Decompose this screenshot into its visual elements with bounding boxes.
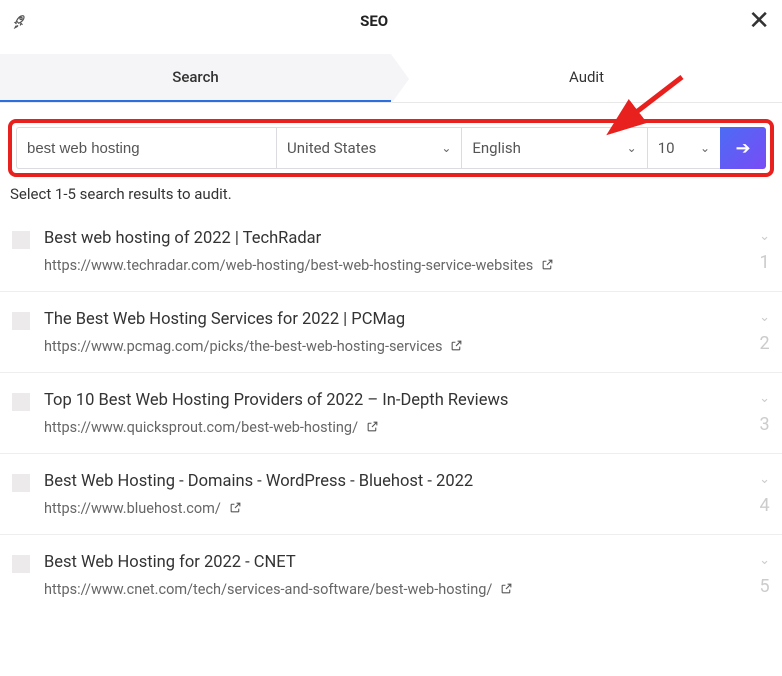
result-url: https://www.cnet.com/tech/services-and-s… <box>44 581 492 598</box>
result-item: Top 10 Best Web Hosting Providers of 202… <box>0 373 782 454</box>
result-url: https://www.quicksprout.com/best-web-hos… <box>44 419 358 436</box>
result-url: https://www.pcmag.com/picks/the-best-web… <box>44 338 442 355</box>
search-bar: United States ⌄ English ⌄ 10 ⌄ ➔ <box>8 119 774 177</box>
result-checkbox[interactable] <box>12 231 30 249</box>
result-body: Best Web Hosting for 2022 - CNET https:/… <box>44 553 749 599</box>
result-number: 2 <box>759 333 769 354</box>
count-select-value: 10 <box>658 139 675 157</box>
result-number: 5 <box>759 576 769 597</box>
result-checkbox[interactable] <box>12 555 30 573</box>
external-link-icon[interactable] <box>541 256 554 275</box>
result-body: Best web hosting of 2022 | TechRadar htt… <box>44 229 749 275</box>
result-url: https://www.techradar.com/web-hosting/be… <box>44 257 533 274</box>
close-icon[interactable]: ✕ <box>748 8 770 34</box>
tab-search[interactable]: Search <box>0 54 391 102</box>
result-title: Best web hosting of 2022 | TechRadar <box>44 229 749 248</box>
result-title: Top 10 Best Web Hosting Providers of 202… <box>44 391 749 410</box>
results-list: Best web hosting of 2022 | TechRadar htt… <box>0 211 782 615</box>
result-number: 3 <box>759 414 769 435</box>
result-title: The Best Web Hosting Services for 2022 |… <box>44 310 749 329</box>
result-number: 4 <box>759 495 769 516</box>
tab-audit[interactable]: Audit <box>391 54 782 102</box>
result-url-row: https://www.quicksprout.com/best-web-hos… <box>44 418 749 437</box>
result-item: Best Web Hosting for 2022 - CNET https:/… <box>0 535 782 615</box>
external-link-icon[interactable] <box>500 580 513 599</box>
country-select[interactable]: United States ⌄ <box>276 127 461 169</box>
result-body: Best Web Hosting - Domains - WordPress -… <box>44 472 749 518</box>
tabs: Search Audit <box>0 54 782 103</box>
result-item: Best web hosting of 2022 | TechRadar htt… <box>0 211 782 292</box>
result-item: The Best Web Hosting Services for 2022 |… <box>0 292 782 373</box>
external-link-icon[interactable] <box>366 418 379 437</box>
chevron-down-icon[interactable]: ⌄ <box>759 391 770 406</box>
result-url-row: https://www.bluehost.com/ <box>44 499 749 518</box>
chevron-down-icon: ⌄ <box>441 141 451 155</box>
chevron-down-icon[interactable]: ⌄ <box>759 472 770 487</box>
instruction-text: Select 1-5 search results to audit. <box>10 185 772 203</box>
result-checkbox[interactable] <box>12 312 30 330</box>
result-url-row: https://www.cnet.com/tech/services-and-s… <box>44 580 749 599</box>
result-number: 1 <box>759 252 769 273</box>
search-bar-highlight: United States ⌄ English ⌄ 10 ⌄ ➔ <box>8 119 774 177</box>
result-checkbox[interactable] <box>12 393 30 411</box>
language-select[interactable]: English ⌄ <box>461 127 646 169</box>
chevron-down-icon: ⌄ <box>627 141 637 155</box>
arrow-right-icon: ➔ <box>735 138 750 159</box>
external-link-icon[interactable] <box>450 337 463 356</box>
chevron-down-icon: ⌄ <box>700 141 710 155</box>
result-body: Top 10 Best Web Hosting Providers of 202… <box>44 391 749 437</box>
chevron-down-icon[interactable]: ⌄ <box>759 229 770 244</box>
result-url-row: https://www.pcmag.com/picks/the-best-web… <box>44 337 749 356</box>
result-url-row: https://www.techradar.com/web-hosting/be… <box>44 256 749 275</box>
result-item: Best Web Hosting - Domains - WordPress -… <box>0 454 782 535</box>
external-link-icon[interactable] <box>229 499 242 518</box>
search-query-input[interactable] <box>16 127 276 169</box>
count-select[interactable]: 10 ⌄ <box>647 127 720 169</box>
header: SEO ✕ <box>0 0 782 40</box>
chevron-down-icon[interactable]: ⌄ <box>759 553 770 568</box>
result-url: https://www.bluehost.com/ <box>44 500 221 517</box>
result-title: Best Web Hosting - Domains - WordPress -… <box>44 472 749 491</box>
country-select-value: United States <box>287 139 376 157</box>
result-checkbox[interactable] <box>12 474 30 492</box>
result-title: Best Web Hosting for 2022 - CNET <box>44 553 749 572</box>
submit-button[interactable]: ➔ <box>720 127 766 169</box>
page-title: SEO <box>0 12 748 30</box>
result-body: The Best Web Hosting Services for 2022 |… <box>44 310 749 356</box>
chevron-down-icon[interactable]: ⌄ <box>759 310 770 325</box>
language-select-value: English <box>472 139 521 157</box>
